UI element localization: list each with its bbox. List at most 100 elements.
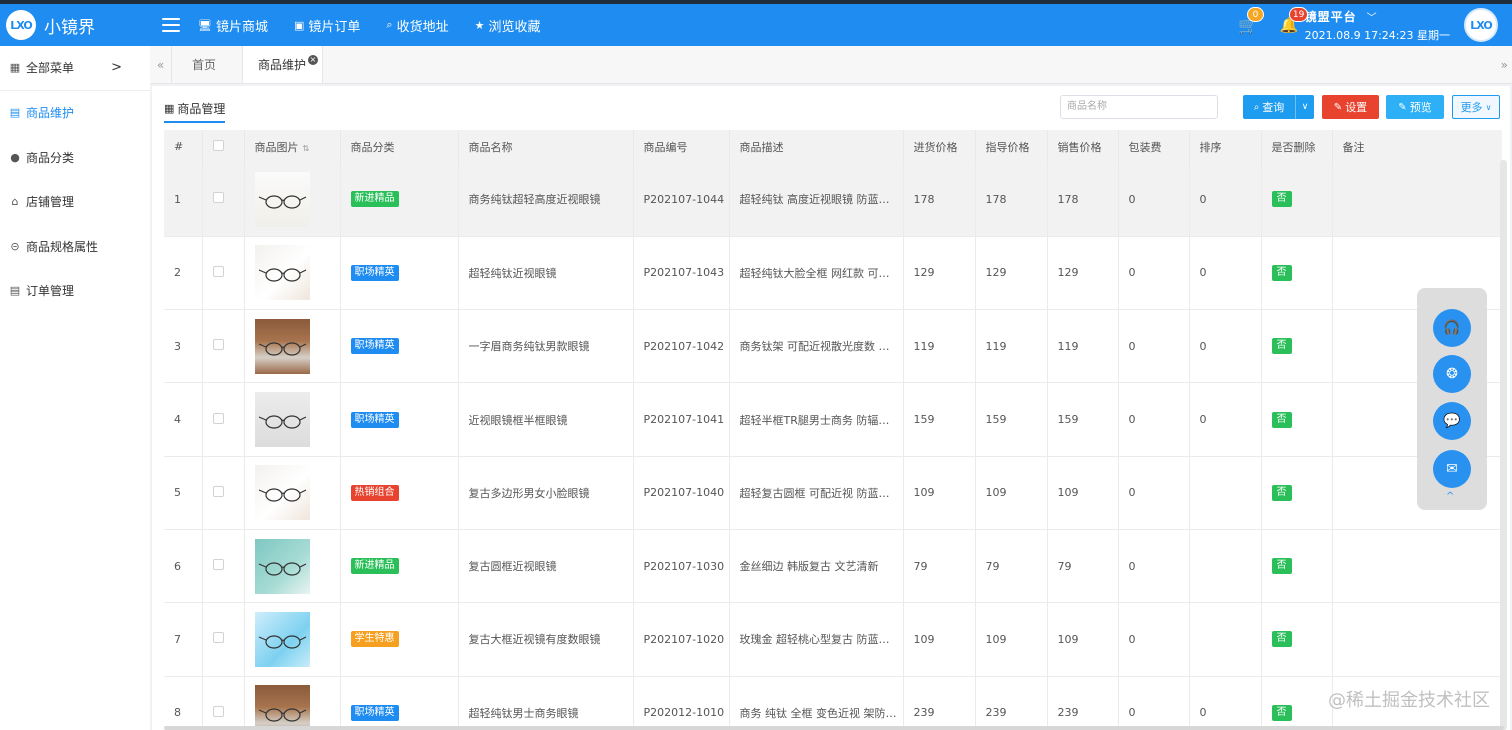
tab-scroll-left-icon[interactable]: « xyxy=(150,46,172,83)
vertical-scrollbar[interactable] xyxy=(1500,160,1507,730)
nav-shipping-address[interactable]: ⌕ 收货地址 xyxy=(386,16,448,35)
product-image[interactable] xyxy=(244,676,341,730)
table-row[interactable]: 3 职场精英 一字眉商务纯钛男款眼镜 P202107-1042 商务钛架 可配近视散光度… xyxy=(164,309,1502,383)
row-checkbox[interactable] xyxy=(202,676,245,730)
product-image[interactable] xyxy=(244,602,341,677)
packaging-fee: 0 xyxy=(1118,163,1190,237)
settings-button[interactable]: ✎ 设置 xyxy=(1322,95,1379,119)
sidebar-item-label: 商品规格属性 xyxy=(26,239,99,254)
page-title-text: 商品管理 xyxy=(177,102,226,116)
deleted-cell: 否 xyxy=(1261,676,1333,730)
nav-favorites[interactable]: ★ 浏览收藏 xyxy=(475,16,541,35)
tab-scroll-right-icon[interactable]: » xyxy=(1501,58,1508,72)
product-thumbnail xyxy=(254,392,310,448)
product-image[interactable] xyxy=(244,456,341,530)
nav-lens-mall[interactable]: 🖥 镜片商城 xyxy=(198,16,268,35)
tab-product-maintenance[interactable]: 商品维护 × xyxy=(243,46,324,83)
nav-label: 镜片商城 xyxy=(215,19,268,35)
nav-lens-orders[interactable]: ▣ 镜片订单 xyxy=(294,16,360,35)
row-number: 4 xyxy=(164,382,203,457)
col-header[interactable]: 商品图片 ⇅ xyxy=(244,130,341,163)
sale-price: 178 xyxy=(1047,163,1119,237)
col-header: 商品编号 xyxy=(633,130,730,163)
table-row[interactable]: 6 新进精品 复古圆框近视眼镜 P202107-1030 金丝细边 韩版复古 文艺清新 7… xyxy=(164,529,1502,603)
sale-price: 129 xyxy=(1047,236,1119,310)
notification-count-badge: 19 xyxy=(1288,7,1309,22)
row-checkbox[interactable] xyxy=(202,163,245,237)
deleted-status-badge: 否 xyxy=(1271,191,1292,208)
more-button[interactable]: 更多 ∨ xyxy=(1452,95,1500,119)
cart-icon[interactable]: 🛒 0 xyxy=(1238,6,1264,35)
remark xyxy=(1332,529,1502,603)
menu-toggle-icon[interactable] xyxy=(162,18,180,32)
product-description: 超轻复古圆框 可配近视 防蓝… xyxy=(729,456,904,530)
category-cell: 热销组合 xyxy=(340,456,459,530)
product-code: P202107-1020 xyxy=(633,602,730,677)
category-cell: 新进精品 xyxy=(340,529,459,603)
sidebar-item-label: 店铺管理 xyxy=(26,195,75,210)
avatar[interactable]: LXO xyxy=(1464,8,1498,42)
row-checkbox[interactable] xyxy=(202,309,245,383)
row-checkbox[interactable] xyxy=(202,529,245,603)
product-image[interactable] xyxy=(244,382,341,457)
headset-icon[interactable]: 🎧 xyxy=(1433,309,1471,347)
sale-price: 159 xyxy=(1047,382,1119,457)
sidebar-item-spec-attributes[interactable]: ⊝ 商品规格属性 xyxy=(0,224,150,269)
purchase-price: 129 xyxy=(903,236,976,310)
sidebar-item-order-management[interactable]: ▤ 订单管理 xyxy=(0,269,150,314)
shop-icon: ⌂ xyxy=(11,195,19,209)
product-image[interactable] xyxy=(244,236,341,310)
purchase-price: 79 xyxy=(903,529,976,603)
select-all-checkbox[interactable] xyxy=(202,130,245,163)
table-row[interactable]: 1 新进精品 商务纯钛超轻高度近视眼镜 P202107-1044 超轻纯钛 高度近视眼镜… xyxy=(164,163,1502,237)
table-row[interactable]: 5 热销组合 复古多边形男女小脸眼镜 P202107-1040 超轻复古圆框 可配近视 … xyxy=(164,456,1502,530)
product-image[interactable] xyxy=(244,163,341,237)
chat-icon[interactable]: 💬 xyxy=(1433,402,1471,440)
category-tag: 学生特惠 xyxy=(350,631,399,648)
sidebar-item-shop-management[interactable]: ⌂ 店铺管理 xyxy=(0,180,150,225)
col-header: 销售价格 xyxy=(1047,130,1119,163)
col-header: 商品描述 xyxy=(729,130,904,163)
close-icon[interactable]: × xyxy=(308,55,319,65)
table-row[interactable]: 7 学生特惠 复古大框近视镜有度数眼镜 P202107-1020 玫瑰金 超轻桃心型复古… xyxy=(164,602,1502,677)
category-cell: 职场精英 xyxy=(340,236,459,310)
tab-home[interactable]: 首页 xyxy=(172,46,244,83)
deleted-status-badge: 否 xyxy=(1271,484,1292,501)
search-input[interactable]: 商品名称 xyxy=(1060,95,1218,119)
query-dropdown-button[interactable]: ∨ xyxy=(1295,95,1314,119)
product-name: 超轻纯钛近视眼镜 xyxy=(458,236,634,310)
sidebar-item-all-menu[interactable]: ▦ 全部菜单 > xyxy=(0,46,150,91)
category-tag: 热销组合 xyxy=(350,484,399,501)
purchase-price: 109 xyxy=(903,456,976,530)
row-checkbox[interactable] xyxy=(202,602,245,677)
table-header-row: # 商品图片 ⇅ 商品分类 商品名称 商品编号 商品描述 进货价格 指导价格 销售… xyxy=(164,130,1502,163)
horizontal-scrollbar[interactable] xyxy=(164,726,1504,730)
app-logo[interactable]: LXO 小镜界 xyxy=(0,10,150,40)
table-row[interactable]: 4 职场精英 近视眼镜框半框眼镜 P202107-1041 超轻半框TR腿男士商务 防辐… xyxy=(164,382,1502,457)
mail-icon[interactable]: ✉ xyxy=(1433,450,1471,488)
main-panel: ▦ 商品管理 商品名称 ⌕ 查询 ∨ ✎ 设置 ✎ 预览 更多 ∨ # 商品图片 ⇅ 商品分… xyxy=(152,86,1510,730)
app-title: 小镜界 xyxy=(44,17,95,38)
table-row[interactable]: 8 职场精英 超轻纯钛男士商务眼镜 P202012-1010 商务 纯钛 全框 变色近视… xyxy=(164,676,1502,730)
bell-icon[interactable]: 🔔 19 xyxy=(1280,7,1309,34)
aperture-icon[interactable]: ❂ xyxy=(1433,355,1471,393)
row-checkbox[interactable] xyxy=(202,456,245,530)
preview-button[interactable]: ✎ 预览 xyxy=(1386,95,1444,119)
product-name: 超轻纯钛男士商务眼镜 xyxy=(458,676,634,730)
guide-price: 109 xyxy=(975,602,1048,677)
sidebar-item-product-category[interactable]: ● 商品分类 xyxy=(0,135,150,180)
table-row[interactable]: 2 职场精英 超轻纯钛近视眼镜 P202107-1043 超轻纯钛大脸全框 网红款 可…… xyxy=(164,236,1502,310)
product-image[interactable] xyxy=(244,309,341,383)
query-button[interactable]: ⌕ 查询 xyxy=(1243,95,1295,119)
deleted-status-badge: 否 xyxy=(1271,411,1292,428)
product-image[interactable] xyxy=(244,529,341,603)
sidebar-item-product-maintenance[interactable]: ▤ 商品维护 xyxy=(0,91,150,136)
row-checkbox[interactable] xyxy=(202,236,245,310)
row-checkbox[interactable] xyxy=(202,382,245,457)
platform-switcher[interactable]: 镜盟平台 ﹀ 2021.08.9 17:24:23 星期一 xyxy=(1305,8,1450,43)
row-number: 2 xyxy=(164,236,203,310)
sort-icon[interactable]: ⇅ xyxy=(303,144,310,153)
chevron-up-icon[interactable]: ^ xyxy=(1446,491,1454,502)
deleted-cell: 否 xyxy=(1261,236,1333,310)
product-name: 商务纯钛超轻高度近视眼镜 xyxy=(458,163,634,237)
